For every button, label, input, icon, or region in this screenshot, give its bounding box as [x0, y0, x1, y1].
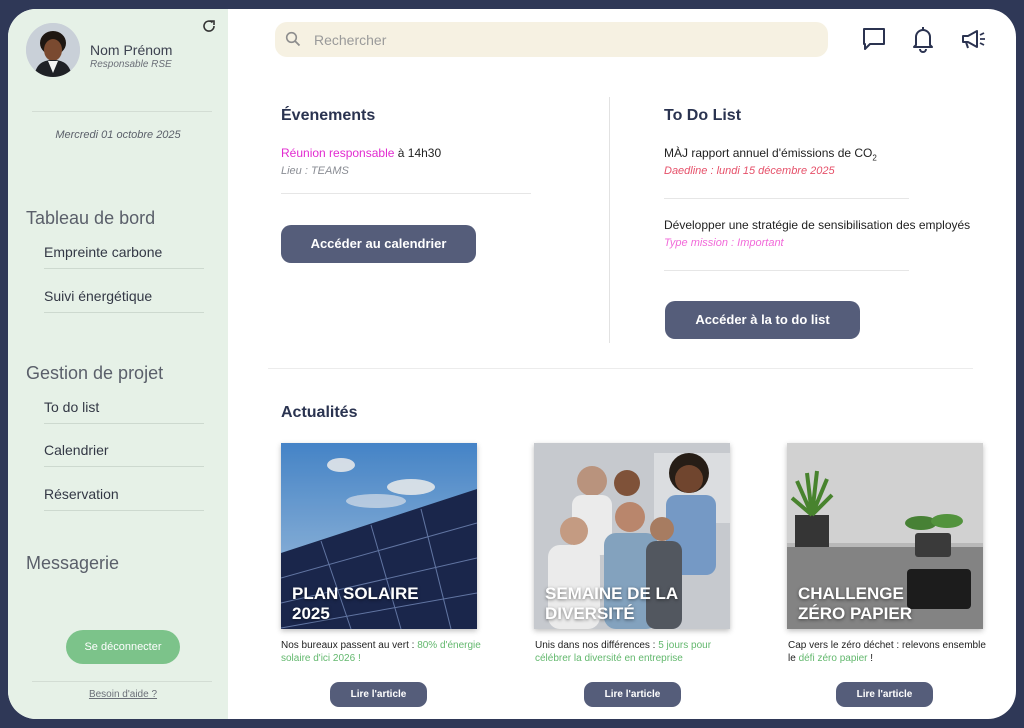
- news-card-desc-text: Unis dans nos différences :: [535, 640, 659, 651]
- nav-divider: [44, 466, 204, 467]
- nav-divider: [44, 423, 204, 424]
- search-input[interactable]: Rechercher: [314, 32, 386, 48]
- event-time: à 14h30: [397, 146, 442, 160]
- news-card-image-zero-paper[interactable]: CHALLENGE ZÉRO PAPIER: [787, 443, 983, 629]
- events-title: Évenements: [281, 107, 376, 124]
- bell-icon[interactable]: [909, 25, 937, 53]
- column-divider: [609, 97, 610, 343]
- sidebar-item-todo-list[interactable]: To do list: [44, 399, 99, 415]
- nav-divider: [44, 268, 204, 269]
- news-card-image-solar[interactable]: PLAN SOLAIRE 2025: [281, 443, 477, 629]
- divider: [32, 111, 212, 112]
- nav-divider: [44, 312, 204, 313]
- news-card-desc-highlight: défi zéro papier: [798, 653, 868, 664]
- read-article-button[interactable]: Lire l'article: [836, 682, 933, 707]
- read-article-button[interactable]: Lire l'article: [584, 682, 681, 707]
- todo-item-deadline: Daedline : lundi 15 décembre 2025: [664, 165, 835, 177]
- sidebar-item-carbon-footprint[interactable]: Empreinte carbone: [44, 244, 162, 260]
- todo-item[interactable]: MÀJ rapport annuel d'émissions de CO2: [664, 146, 877, 162]
- todo-title: To Do List: [664, 107, 742, 124]
- event-location: Lieu : TEAMS: [281, 165, 349, 177]
- news-card-image-diversity[interactable]: SEMAINE DE LA DIVERSITÉ: [534, 443, 730, 629]
- search-bar[interactable]: Rechercher: [275, 22, 828, 57]
- news-card-description: Nos bureaux passent au vert : 80% d'éner…: [281, 639, 481, 665]
- divider: [268, 368, 973, 369]
- todo-list-button[interactable]: Accéder à la to do list: [665, 301, 860, 339]
- megaphone-icon[interactable]: [959, 25, 987, 53]
- chat-icon[interactable]: [860, 25, 888, 53]
- calendar-button[interactable]: Accéder au calendrier: [281, 225, 476, 263]
- nav-section-dashboard[interactable]: Tableau de bord: [26, 208, 155, 229]
- user-name: Nom Prénom: [90, 42, 173, 58]
- nav-section-project-management[interactable]: Gestion de projet: [26, 363, 163, 384]
- news-card-desc-text: Nos bureaux passent au vert :: [281, 640, 418, 651]
- news-card-title: SEMAINE DE LA DIVERSITÉ: [545, 584, 678, 623]
- news-card-title: PLAN SOLAIRE 2025: [292, 584, 419, 623]
- todo-item-subscript: 2: [872, 153, 877, 163]
- app-window: Nom Prénom Responsable RSE Mercredi 01 o…: [8, 9, 1016, 719]
- read-article-button[interactable]: Lire l'article: [330, 682, 427, 707]
- help-link[interactable]: Besoin d'aide ?: [8, 689, 238, 700]
- sidebar-item-energy-tracking[interactable]: Suivi énergétique: [44, 288, 152, 304]
- divider: [664, 270, 909, 271]
- avatar[interactable]: [26, 23, 80, 77]
- nav-divider: [44, 510, 204, 511]
- divider: [281, 193, 531, 194]
- news-card-description: Unis dans nos différences : 5 jours pour…: [535, 639, 735, 665]
- todo-item[interactable]: Développer une stratégie de sensibilisat…: [664, 218, 970, 232]
- news-card-title: CHALLENGE ZÉRO PAPIER: [798, 584, 912, 623]
- user-role: Responsable RSE: [90, 59, 172, 70]
- logout-button[interactable]: Se déconnecter: [66, 630, 180, 664]
- search-icon: [285, 31, 301, 47]
- sidebar-item-reservation[interactable]: Réservation: [44, 486, 119, 502]
- nav-section-messaging[interactable]: Messagerie: [26, 553, 119, 574]
- divider: [664, 198, 909, 199]
- event-name: Réunion responsable: [281, 146, 395, 160]
- event-item[interactable]: Réunion responsable à 14h30: [281, 146, 441, 160]
- news-card-description: Cap vers le zéro déchet : relevons ensem…: [788, 639, 988, 665]
- divider: [32, 681, 212, 682]
- sidebar: Nom Prénom Responsable RSE Mercredi 01 o…: [8, 9, 228, 719]
- current-date: Mercredi 01 octobre 2025: [55, 129, 181, 141]
- news-title: Actualités: [281, 404, 358, 421]
- todo-item-type: Type mission : Important: [664, 237, 784, 249]
- todo-item-title: MÀJ rapport annuel d'émissions de CO: [664, 146, 873, 160]
- refresh-icon[interactable]: [201, 18, 217, 34]
- sidebar-item-calendar[interactable]: Calendrier: [44, 442, 109, 458]
- news-card-desc-suffix: !: [867, 653, 874, 664]
